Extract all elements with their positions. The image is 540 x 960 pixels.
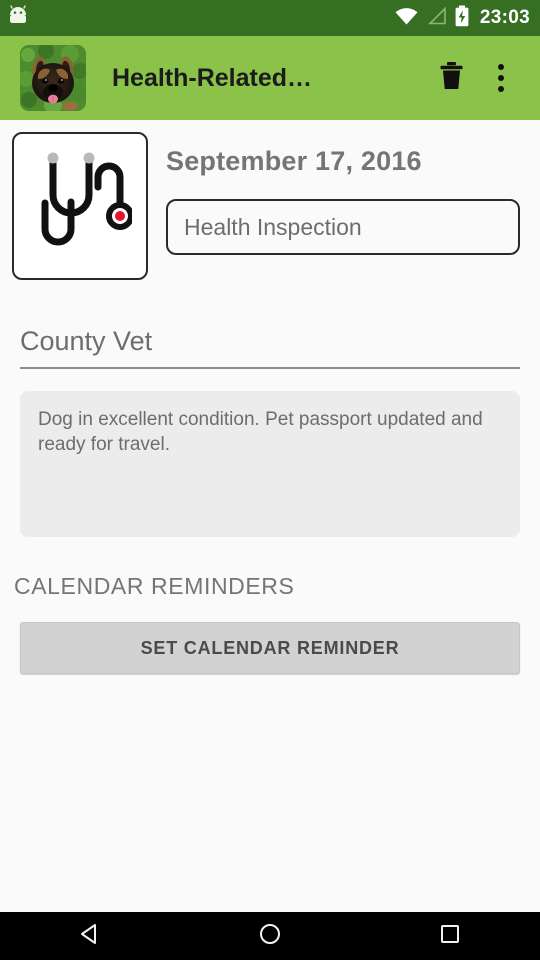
recents-square-icon: [437, 921, 463, 952]
status-bar-notifications: [6, 4, 30, 33]
calendar-reminders-label: CALENDAR REMINDERS: [14, 573, 295, 599]
record-type-icon-box[interactable]: [12, 132, 148, 280]
record-header-row: September 17, 2016 Health Inspection: [0, 120, 540, 280]
record-title-input[interactable]: Health Inspection: [166, 199, 520, 255]
record-date[interactable]: September 17, 2016: [166, 146, 520, 177]
set-calendar-reminder-button[interactable]: SET CALENDAR REMINDER: [20, 622, 520, 674]
app-toolbar: Health-Related…: [0, 36, 540, 120]
trash-icon: [438, 61, 465, 96]
veterinarian-input[interactable]: County Vet: [20, 315, 520, 369]
cellular-signal-icon: [426, 6, 447, 31]
android-bugdroid-icon: [6, 4, 30, 33]
record-form: September 17, 2016 Health Inspection Cou…: [0, 120, 540, 674]
overflow-menu-button[interactable]: [476, 50, 526, 106]
stethoscope-icon: [28, 147, 132, 265]
status-bar: 23:03: [0, 0, 540, 36]
dog-photo-thumbnail[interactable]: [20, 45, 86, 111]
record-fields-column: September 17, 2016 Health Inspection: [166, 132, 520, 255]
overflow-menu-icon: [498, 64, 504, 92]
delete-button[interactable]: [426, 50, 476, 106]
battery-charging-icon: [454, 5, 470, 32]
nav-recents-button[interactable]: [415, 912, 485, 960]
status-bar-clock: 23:03: [479, 7, 530, 28]
home-circle-icon: [257, 921, 283, 952]
wifi-icon: [394, 6, 419, 31]
page-title: Health-Related…: [112, 63, 313, 92]
notes-input[interactable]: Dog in excellent condition. Pet passport…: [20, 391, 520, 537]
back-triangle-icon: [77, 921, 103, 952]
android-navigation-bar: [0, 912, 540, 960]
status-bar-indicators: 23:03: [394, 5, 530, 32]
app-screen: 23:03 Health-Related… September 17, 2016…: [0, 0, 540, 960]
nav-back-button[interactable]: [55, 912, 125, 960]
nav-home-button[interactable]: [235, 912, 305, 960]
